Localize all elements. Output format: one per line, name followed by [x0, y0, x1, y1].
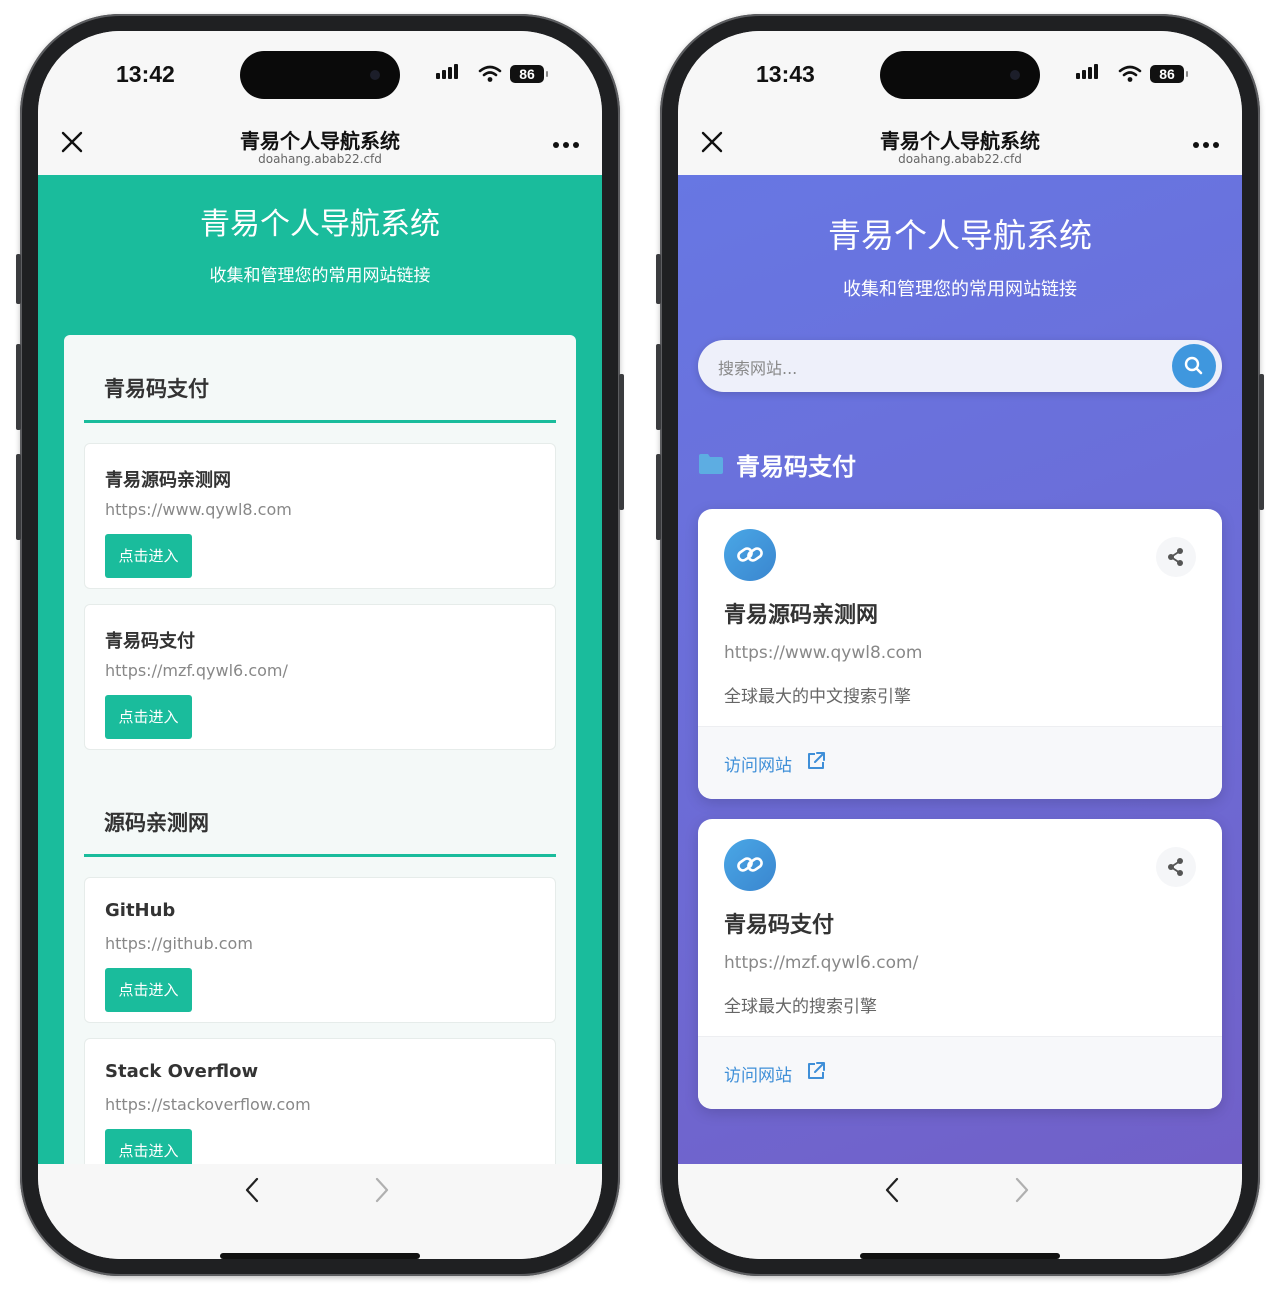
site-name: 青易码支付 [105, 631, 195, 652]
forward-arrow-icon[interactable] [1014, 1176, 1030, 1211]
enter-button[interactable]: 点击进入 [105, 1129, 192, 1164]
category-title: 源码亲测网 [104, 811, 209, 835]
site-url: https://stackoverflow.com [105, 1095, 311, 1114]
site-name: 青易源码亲测网 [724, 603, 879, 628]
site-description: 全球最大的中文搜索引擎 [724, 687, 911, 707]
phone-side-button [16, 344, 21, 430]
enter-button[interactable]: 点击进入 [105, 534, 192, 578]
search-icon [1184, 356, 1203, 375]
page-content[interactable]: 青易个人导航系统 收集和管理您的常用网站链接 搜索网站... 青易码支付 青易源… [678, 175, 1242, 1164]
phone-side-button [16, 254, 21, 304]
back-arrow-icon[interactable] [244, 1176, 260, 1211]
battery-icon: 86 [510, 65, 548, 83]
site-url: https://mzf.qywl6.com/ [105, 661, 288, 680]
status-bar: 13:43 86 [678, 31, 1242, 117]
site-card: GitHub https://github.com 点击进入 [84, 877, 556, 1023]
browser-navbar: 青易个人导航系统 doahang.abab22.cfd [678, 117, 1242, 175]
category-divider [84, 420, 556, 423]
left-phone: 13:42 86 青易个人导航系统 doahang.abab22.cfd 青易个… [16, 14, 624, 1276]
site-url: https://www.qywl8.com [724, 643, 923, 663]
site-card: 青易源码亲测网 https://www.qywl8.com 全球最大的中文搜索引… [698, 509, 1222, 799]
category-title: 青易码支付 [104, 377, 209, 401]
status-bar: 13:42 86 [38, 31, 602, 117]
phone-side-button [619, 374, 624, 510]
site-card: Stack Overflow https://stackoverflow.com… [84, 1038, 556, 1164]
external-link-icon[interactable] [806, 1061, 826, 1081]
dynamic-island [240, 51, 400, 99]
share-icon[interactable] [1156, 537, 1196, 577]
more-icon[interactable] [552, 123, 580, 156]
home-indicator[interactable] [860, 1253, 1060, 1259]
browser-bottom-bar [38, 1164, 602, 1259]
site-card: 青易源码亲测网 https://www.qywl8.com 点击进入 [84, 443, 556, 589]
right-screen: 13:43 86 青易个人导航系统 doahang.abab22.cfd 青易个… [678, 31, 1242, 1259]
home-indicator[interactable] [220, 1253, 420, 1259]
back-arrow-icon[interactable] [884, 1176, 900, 1211]
wifi-icon [1118, 65, 1142, 88]
enter-button[interactable]: 点击进入 [105, 968, 192, 1012]
page-title: 青易个人导航系统 [200, 207, 440, 242]
right-phone: 13:43 86 青易个人导航系统 doahang.abab22.cfd 青易个… [656, 14, 1264, 1276]
dynamic-island [880, 51, 1040, 99]
site-card: 青易码支付 https://mzf.qywl6.com/ 全球最大的搜索引擎 访… [698, 819, 1222, 1109]
category-divider [84, 854, 556, 857]
phone-side-button [16, 454, 21, 540]
category-panel: 青易码支付 青易源码亲测网 https://www.qywl8.com 点击进入… [64, 335, 576, 1164]
category-title: 青易码支付 [736, 453, 856, 481]
visit-link[interactable]: 访问网站 [724, 1061, 792, 1086]
enter-button[interactable]: 点击进入 [105, 695, 192, 739]
site-name: Stack Overflow [105, 1061, 259, 1082]
battery-icon: 86 [1150, 65, 1188, 83]
site-name: GitHub [105, 900, 176, 921]
folder-icon [698, 453, 724, 475]
navbar-url: doahang.abab22.cfd [258, 152, 382, 166]
card-footer: 访问网站 [698, 1036, 1222, 1109]
navbar-title: 青易个人导航系统 [880, 129, 1040, 153]
navbar-url: doahang.abab22.cfd [898, 152, 1022, 166]
page-title: 青易个人导航系统 [828, 216, 1092, 255]
more-icon[interactable] [1192, 123, 1220, 156]
card-footer: 访问网站 [698, 726, 1222, 799]
site-url: https://mzf.qywl6.com/ [724, 953, 919, 973]
phone-side-button [1259, 374, 1264, 510]
page-content[interactable]: 青易个人导航系统 收集和管理您的常用网站链接 青易码支付 青易源码亲测网 htt… [38, 175, 602, 1164]
search-bar[interactable]: 搜索网站... [698, 340, 1222, 392]
navbar-title: 青易个人导航系统 [240, 129, 400, 153]
link-icon [724, 529, 776, 581]
search-input[interactable]: 搜索网站... [718, 355, 797, 379]
page-subtitle: 收集和管理您的常用网站链接 [843, 279, 1077, 300]
visit-link[interactable]: 访问网站 [724, 751, 792, 776]
browser-bottom-bar [678, 1164, 1242, 1259]
site-url: https://github.com [105, 934, 253, 953]
site-card: 青易码支付 https://mzf.qywl6.com/ 点击进入 [84, 604, 556, 750]
link-icon [724, 839, 776, 891]
phone-side-button [656, 454, 661, 540]
site-url: https://www.qywl8.com [105, 500, 292, 519]
phone-side-button [656, 344, 661, 430]
browser-navbar: 青易个人导航系统 doahang.abab22.cfd [38, 117, 602, 175]
site-name: 青易码支付 [724, 913, 835, 938]
site-description: 全球最大的搜索引擎 [724, 997, 877, 1017]
share-icon[interactable] [1156, 847, 1196, 887]
site-name: 青易源码亲测网 [105, 470, 231, 491]
status-time: 13:43 [756, 61, 815, 87]
phone-side-button [656, 254, 661, 304]
forward-arrow-icon[interactable] [374, 1176, 390, 1211]
status-time: 13:42 [116, 61, 175, 87]
wifi-icon [478, 65, 502, 88]
left-screen: 13:42 86 青易个人导航系统 doahang.abab22.cfd 青易个… [38, 31, 602, 1259]
page-subtitle: 收集和管理您的常用网站链接 [209, 266, 431, 286]
external-link-icon[interactable] [806, 751, 826, 771]
search-button[interactable] [1172, 344, 1216, 388]
